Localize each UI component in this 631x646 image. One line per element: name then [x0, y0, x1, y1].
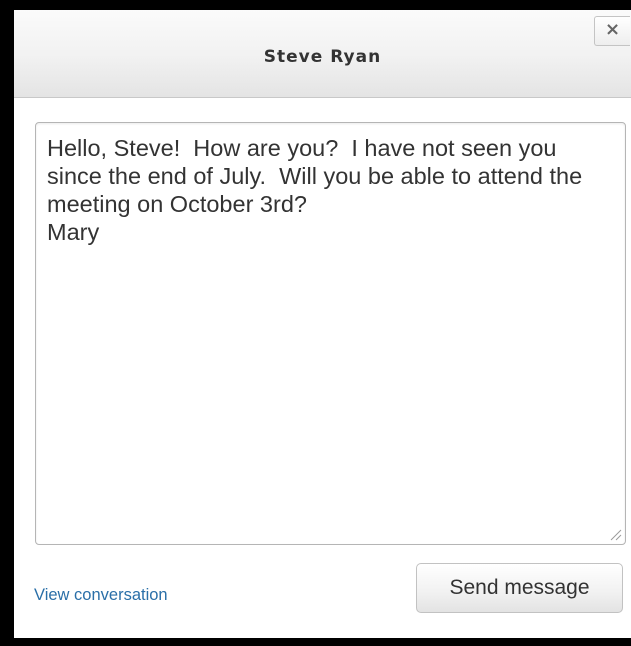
message-dialog: Steve Ryan × Hello, Steve! How are you? … [14, 10, 631, 638]
close-button[interactable]: × [594, 16, 630, 46]
resize-grip-icon[interactable] [610, 529, 622, 541]
view-conversation-link[interactable]: View conversation [34, 583, 168, 607]
send-message-button[interactable]: Send message [416, 563, 623, 613]
message-textarea[interactable]: Hello, Steve! How are you? I have not se… [35, 122, 626, 545]
window-frame: Steve Ryan × Hello, Steve! How are you? … [0, 0, 631, 646]
dialog-title: Steve Ryan [263, 47, 382, 67]
close-icon: × [604, 19, 621, 40]
dialog-header: Steve Ryan × [14, 10, 631, 98]
